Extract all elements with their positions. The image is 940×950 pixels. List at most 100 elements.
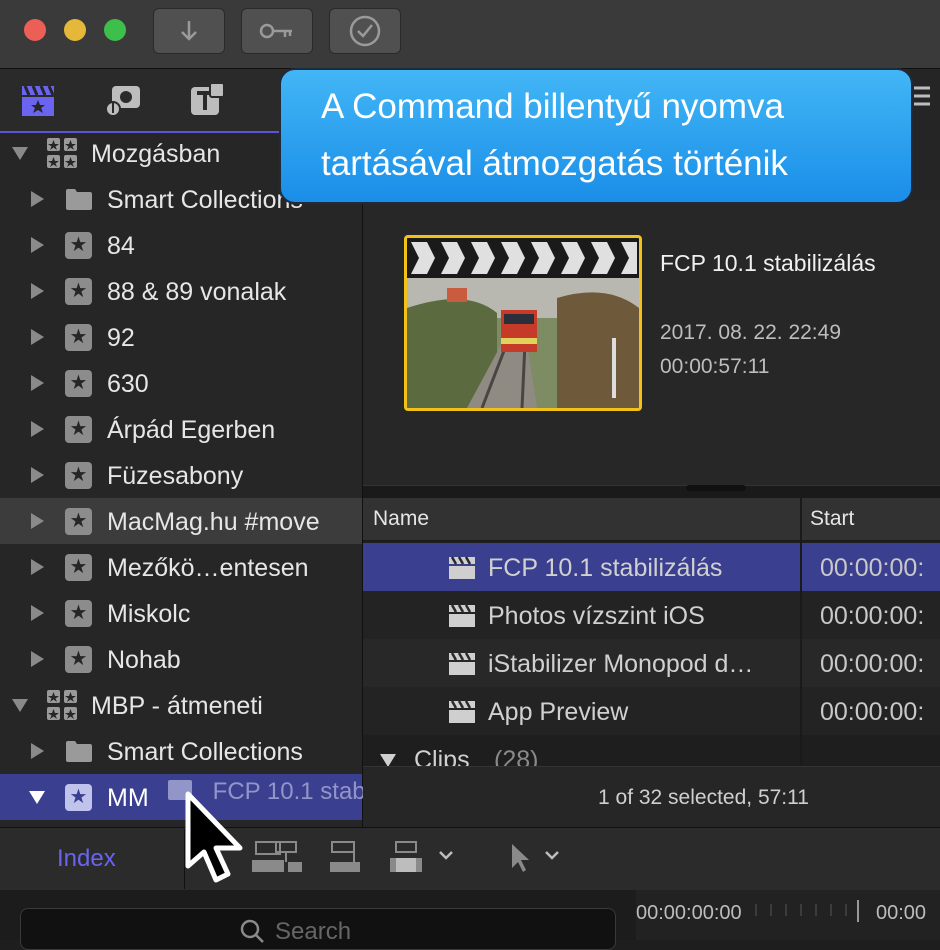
sidebar-item-4[interactable]: ★ 630 — [0, 360, 362, 406]
preview-title: FCP 10.1 stabilizálás — [660, 250, 876, 276]
event-star-icon: ★ — [65, 646, 92, 673]
tool-dropdown[interactable] — [544, 848, 560, 866]
titles-generators-tab[interactable] — [188, 82, 226, 123]
title-bar — [0, 0, 940, 69]
key-icon — [259, 23, 292, 39]
list-view-icon[interactable] — [912, 82, 932, 112]
tooltip-line-1: A Command billentyű nyomva — [321, 87, 784, 126]
disclosure-triangle-icon[interactable] — [31, 375, 44, 391]
divider-grip[interactable] — [686, 485, 746, 491]
search-icon — [240, 919, 264, 943]
overwrite-clip-button[interactable] — [388, 840, 424, 881]
disclosure-triangle-icon[interactable] — [12, 147, 28, 160]
table-row[interactable]: Photos vízszint iOS 00:00:00: — [363, 591, 940, 639]
disclosure-triangle-icon[interactable] — [31, 421, 44, 437]
clip-name: FCP 10.1 stabilizálás — [488, 554, 723, 582]
cursor-arrow-icon — [185, 791, 243, 883]
clip-start: 00:00:00: — [820, 602, 925, 630]
sidebar-library-label: Mozgásban — [91, 140, 221, 168]
import-button[interactable] — [153, 8, 225, 54]
clip-start: 00:00:00: — [820, 554, 925, 582]
clip-start: 00:00:00: — [820, 698, 925, 726]
clips-group-row[interactable]: Clips (28) — [363, 734, 800, 766]
sidebar-item-3[interactable]: ★ 92 — [0, 314, 362, 360]
event-star-icon: ★ — [65, 600, 92, 627]
clip-icon — [448, 604, 476, 635]
clip-start: 00:00:00: — [820, 650, 925, 678]
table-row[interactable]: App Preview 00:00:00: — [363, 687, 940, 735]
sidebar-library-1[interactable]: MBP - átmeneti — [0, 682, 362, 728]
disclosure-triangle-icon[interactable] — [31, 191, 44, 207]
disclosure-triangle-icon[interactable] — [31, 605, 44, 621]
selection-status: 1 of 32 selected, 57:11 — [598, 786, 809, 809]
close-window-button[interactable] — [24, 19, 46, 41]
table-row[interactable]: FCP 10.1 stabilizálás 00:00:00: — [363, 543, 940, 591]
checkmark-circle-icon — [349, 15, 381, 47]
sidebar-item-5[interactable]: ★ Árpád Egerben — [0, 406, 362, 452]
disclosure-triangle-icon[interactable] — [31, 467, 44, 483]
edit-options-dropdown[interactable] — [438, 848, 454, 866]
sidebar-item-6[interactable]: ★ Füzesabony — [0, 452, 362, 498]
keyword-button[interactable] — [241, 8, 313, 54]
preview-duration: 00:00:57:11 — [660, 355, 770, 378]
camera-music-icon — [105, 86, 140, 117]
tooltip-line-2: tartásával átmozgatás történik — [321, 144, 788, 183]
sidebar-item-11[interactable]: Smart Collections — [0, 728, 362, 774]
disclosure-triangle-icon[interactable] — [31, 559, 44, 575]
list-header: Name Start — [363, 498, 940, 541]
column-name-header[interactable]: Name — [373, 507, 429, 531]
arrow-pointer-icon — [512, 844, 529, 872]
clip-icon — [448, 652, 476, 683]
folder-icon — [65, 187, 93, 218]
table-row[interactable]: iStabilizer Monopod d… 00:00:00: — [363, 639, 940, 687]
bottom-toolbar — [0, 827, 940, 891]
pane-divider[interactable] — [363, 485, 940, 499]
sidebar-item-10[interactable]: ★ Nohab — [0, 636, 362, 682]
event-star-icon: ★ — [65, 232, 92, 259]
photos-audio-tab[interactable] — [104, 82, 142, 123]
sidebar-item-label: Füzesabony — [107, 462, 244, 490]
sidebar-item-1[interactable]: ★ 84 — [0, 222, 362, 268]
disclosure-triangle-icon[interactable] — [31, 329, 44, 345]
disclosure-triangle-icon[interactable] — [31, 513, 44, 529]
column-separator[interactable] — [800, 498, 802, 766]
mouse-cursor — [182, 790, 252, 893]
zoom-window-button[interactable] — [104, 19, 126, 41]
preview-date: 2017. 08. 22. 22:49 — [660, 321, 841, 344]
clip-name: Photos vízszint iOS — [488, 602, 705, 630]
libraries-tab[interactable] — [20, 82, 56, 123]
disclosure-triangle-icon[interactable] — [31, 283, 44, 299]
clip-thumbnail[interactable] — [404, 235, 642, 411]
sidebar-item-label: Nohab — [107, 646, 181, 674]
background-tasks-button[interactable] — [329, 8, 401, 54]
column-start-header[interactable]: Start — [810, 507, 854, 531]
clips-group-count: (28) — [494, 746, 539, 766]
overwrite-icon — [390, 841, 422, 872]
sidebar-item-2[interactable]: ★ 88 & 89 vonalak — [0, 268, 362, 314]
timeline-ruler[interactable]: 00:00:00:00 00:00 — [636, 890, 940, 940]
index-button[interactable]: Index — [57, 845, 116, 873]
disclosure-triangle-icon[interactable] — [380, 754, 396, 766]
select-tool-button[interactable] — [508, 842, 532, 879]
append-clip-button[interactable] — [328, 840, 364, 881]
disclosure-triangle-icon[interactable] — [12, 699, 28, 712]
insert-clip-button[interactable] — [268, 840, 304, 881]
disclosure-triangle-icon[interactable] — [31, 743, 44, 759]
sidebar-item-8[interactable]: ★ Mezőkö…entesen — [0, 544, 362, 590]
disclosure-triangle-icon[interactable] — [31, 237, 44, 253]
clip-name: App Preview — [488, 698, 629, 726]
disclosure-triangle-icon[interactable] — [31, 651, 44, 667]
clip-icon — [448, 556, 476, 587]
disclosure-triangle-icon[interactable] — [29, 791, 45, 804]
event-star-icon: ★ — [65, 324, 92, 351]
clip-icon — [448, 700, 476, 731]
sidebar-item-9[interactable]: ★ Miskolc — [0, 590, 362, 636]
sidebar-item-7[interactable]: ★ MacMag.hu #move — [0, 498, 362, 544]
sidebar-item-label: 92 — [107, 324, 135, 352]
minimize-window-button[interactable] — [64, 19, 86, 41]
search-field[interactable]: Search — [20, 908, 616, 950]
event-star-icon: ★ — [65, 278, 92, 305]
sidebar-library-label: MBP - átmeneti — [91, 692, 263, 720]
sidebar-item-label: MacMag.hu #move — [107, 508, 320, 536]
status-bar: 1 of 32 selected, 57:11 — [363, 766, 940, 827]
